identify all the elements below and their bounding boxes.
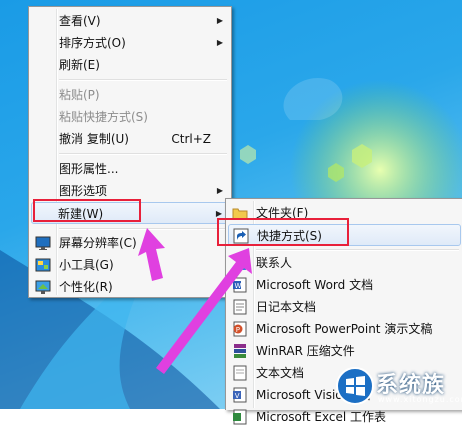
powerpoint-icon: P <box>232 321 248 337</box>
svg-text:P: P <box>236 326 240 334</box>
menu-item-shortcut: Ctrl+Z <box>171 132 211 146</box>
menu-item-label: 撤消 复制(U) <box>59 132 129 146</box>
menu-item-label: 图形属性... <box>59 162 119 176</box>
visio-icon: V <box>232 387 248 403</box>
highlight-box-shortcut <box>217 218 349 246</box>
monitor-icon <box>35 235 51 251</box>
watermark-logo: 系统族 www.xitongzu.com <box>336 365 462 407</box>
highlight-box-new <box>33 199 141 222</box>
contact-icon <box>232 255 248 271</box>
menu-item-paste[interactable]: 粘贴(P) <box>31 84 229 106</box>
hexagon <box>240 145 256 164</box>
svg-text:V: V <box>235 392 240 400</box>
menu-item-label: 排序方式(O) <box>59 36 126 50</box>
menu-item-undo-copy[interactable]: 撤消 复制(U) Ctrl+Z <box>31 128 229 150</box>
excel-icon <box>232 409 248 425</box>
menu-separator <box>59 79 227 81</box>
menu-item-label: 小工具(G) <box>59 258 114 272</box>
menu-item-label: 粘贴(P) <box>59 88 100 102</box>
submenu-item-word-document[interactable]: W Microsoft Word 文档 <box>228 274 461 296</box>
menu-item-refresh[interactable]: 刷新(E) <box>31 54 229 76</box>
submenu-arrow-icon: ▶ <box>216 38 223 47</box>
menu-item-gadgets[interactable]: 小工具(G) <box>31 254 229 276</box>
gadgets-icon <box>35 257 51 273</box>
menu-item-label: Microsoft PowerPoint 演示文稿 <box>256 322 433 336</box>
text-document-icon <box>232 365 248 381</box>
word-document-icon: W <box>232 277 248 293</box>
menu-separator <box>256 249 459 251</box>
personalize-icon <box>35 279 51 295</box>
desktop-context-menu: 查看(V) ▶ 排序方式(O) ▶ 刷新(E) 粘贴(P) 粘贴快捷方式(S) … <box>28 6 232 298</box>
menu-item-label: WinRAR 压缩文件 <box>256 344 355 358</box>
submenu-item-contact[interactable]: 联系人 <box>228 252 461 274</box>
svg-text:W: W <box>235 282 242 290</box>
menu-item-label: 刷新(E) <box>59 58 100 72</box>
menu-item-personalize[interactable]: 个性化(R) <box>31 276 229 298</box>
watermark-url: www.xitongzu.com <box>378 395 462 404</box>
windows-logo-icon <box>336 367 374 405</box>
submenu-item-excel[interactable]: Microsoft Excel 工作表 <box>228 406 461 428</box>
submenu-item-winrar[interactable]: WinRAR 压缩文件 <box>228 340 461 362</box>
submenu-item-powerpoint[interactable]: P Microsoft PowerPoint 演示文稿 <box>228 318 461 340</box>
menu-item-label: 粘贴快捷方式(S) <box>59 110 148 124</box>
menu-item-label: 屏幕分辨率(C) <box>59 236 137 250</box>
menu-item-label: Microsoft Excel 工作表 <box>256 410 387 424</box>
menu-item-label: Microsoft Word 文档 <box>256 278 374 292</box>
menu-item-sort-by[interactable]: 排序方式(O) ▶ <box>31 32 229 54</box>
menu-item-view[interactable]: 查看(V) ▶ <box>31 10 229 32</box>
menu-item-label: 联系人 <box>256 256 293 270</box>
menu-item-screen-resolution[interactable]: 屏幕分辨率(C) <box>31 232 229 254</box>
menu-item-label: 个性化(R) <box>59 280 113 294</box>
menu-item-label: 文本文档 <box>256 366 305 380</box>
journal-icon <box>232 299 248 315</box>
submenu-item-journal-document[interactable]: 日记本文档 <box>228 296 461 318</box>
menu-item-graphics-properties[interactable]: 图形属性... <box>31 158 229 180</box>
submenu-arrow-icon: ▶ <box>216 16 223 25</box>
cloud-shape <box>283 78 343 120</box>
menu-item-paste-shortcut[interactable]: 粘贴快捷方式(S) <box>31 106 229 128</box>
menu-item-label: 日记本文档 <box>256 300 317 314</box>
winrar-icon <box>232 343 248 359</box>
menu-separator <box>59 228 227 230</box>
menu-item-label: 查看(V) <box>59 14 101 28</box>
submenu-arrow-icon: ▶ <box>216 186 223 195</box>
menu-separator <box>59 153 227 155</box>
